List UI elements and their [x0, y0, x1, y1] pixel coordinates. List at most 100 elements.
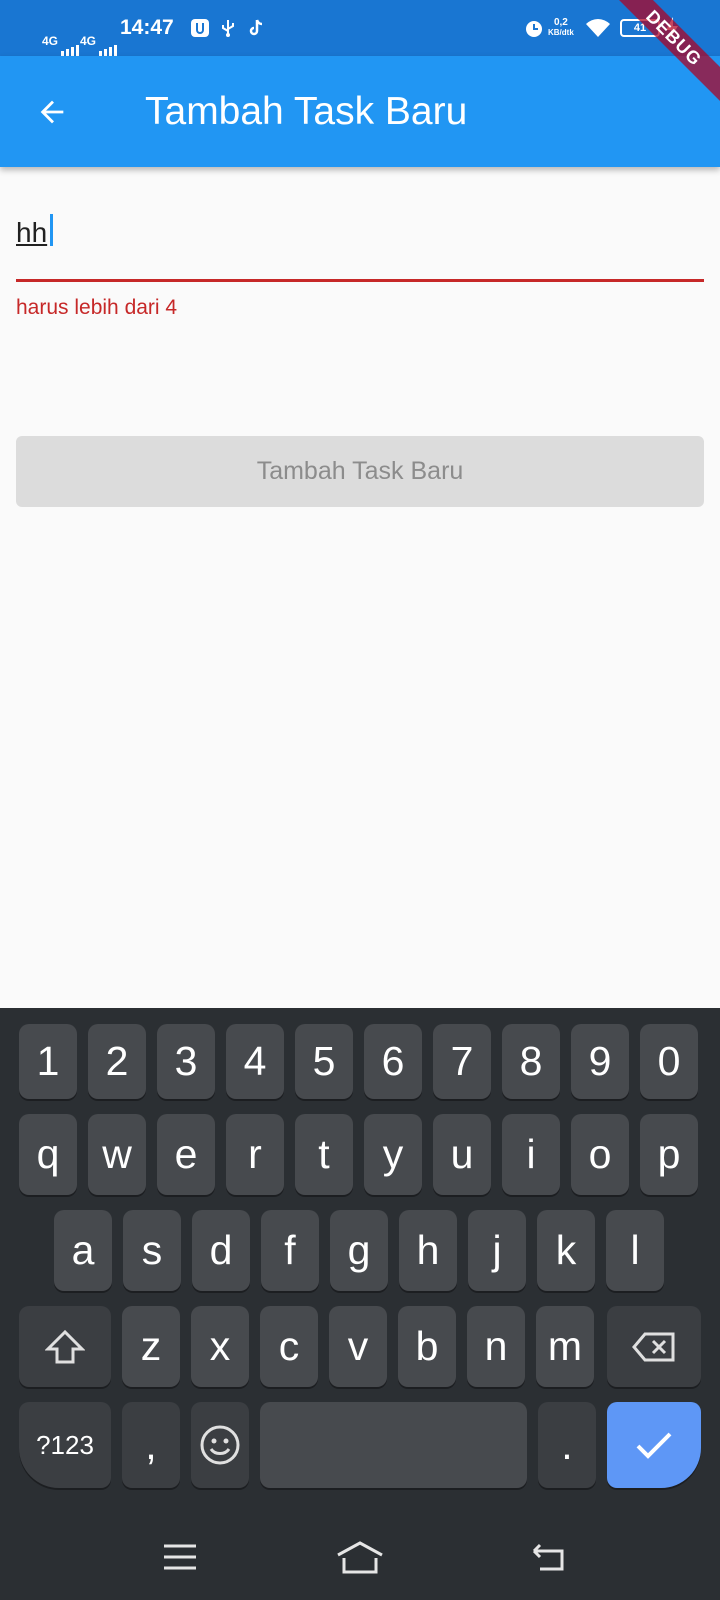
key-w[interactable]: w	[88, 1114, 146, 1195]
key-b[interactable]: b	[398, 1306, 456, 1387]
alarm-icon	[524, 0, 544, 56]
nav-menu-button[interactable]	[150, 1527, 210, 1587]
key-4-label: 4	[243, 1038, 267, 1084]
key-1[interactable]: 1	[19, 1024, 77, 1099]
key-v-label: v	[347, 1323, 369, 1369]
key-0[interactable]: 0	[640, 1024, 698, 1099]
key-8[interactable]: 8	[502, 1024, 560, 1099]
nav-home-button[interactable]	[330, 1527, 390, 1587]
app-bar: Tambah Task Baru	[0, 56, 720, 167]
comma-key-label: ,	[145, 1421, 157, 1468]
key-j-label: j	[492, 1227, 502, 1273]
key-6[interactable]: 6	[364, 1024, 422, 1099]
network-type-1: 4G	[42, 34, 59, 48]
enter-key[interactable]	[607, 1402, 701, 1488]
key-8-label: 8	[519, 1038, 543, 1084]
backspace-key[interactable]	[607, 1306, 701, 1387]
page-title: Tambah Task Baru	[145, 90, 468, 133]
key-c[interactable]: c	[260, 1306, 318, 1387]
key-z[interactable]: z	[122, 1306, 180, 1387]
key-q[interactable]: q	[19, 1114, 77, 1195]
key-o-label: o	[588, 1131, 612, 1177]
check-icon	[636, 1432, 672, 1459]
add-task-button[interactable]: Tambah Task Baru	[16, 436, 704, 507]
key-f[interactable]: f	[261, 1210, 319, 1291]
symbols-key[interactable]: ?123	[19, 1402, 111, 1488]
signal-1-icon: 4G	[42, 0, 80, 56]
key-n-label: n	[484, 1323, 508, 1369]
usb-icon	[218, 0, 238, 56]
period-key-label: .	[561, 1421, 573, 1468]
emoji-icon	[200, 1425, 240, 1465]
back-button[interactable]	[22, 82, 82, 142]
key-k-label: k	[555, 1227, 577, 1273]
key-1-label: 1	[36, 1038, 60, 1084]
key-j[interactable]: j	[468, 1210, 526, 1291]
validation-error: harus lebih dari 4	[16, 296, 178, 319]
key-o[interactable]: o	[571, 1114, 629, 1195]
key-7[interactable]: 7	[433, 1024, 491, 1099]
key-k[interactable]: k	[537, 1210, 595, 1291]
task-name-input[interactable]: hh	[16, 205, 704, 282]
key-c-label: c	[278, 1323, 300, 1369]
network-type-2: 4G	[80, 34, 97, 48]
key-x[interactable]: x	[191, 1306, 249, 1387]
key-y-label: y	[382, 1131, 404, 1177]
key-i[interactable]: i	[502, 1114, 560, 1195]
key-z-label: z	[140, 1323, 162, 1369]
period-key[interactable]: .	[538, 1402, 596, 1488]
usb-settings-icon	[190, 0, 210, 56]
tiktok-icon	[246, 0, 266, 56]
shift-icon	[45, 1329, 85, 1363]
key-2[interactable]: 2	[88, 1024, 146, 1099]
key-g-label: g	[347, 1227, 371, 1273]
key-v[interactable]: v	[329, 1306, 387, 1387]
back-icon	[532, 1543, 564, 1571]
net-speed-unit: KB/dtk	[548, 28, 574, 37]
key-9[interactable]: 9	[571, 1024, 629, 1099]
shift-key[interactable]	[19, 1306, 111, 1387]
key-y[interactable]: y	[364, 1114, 422, 1195]
backspace-icon	[632, 1332, 675, 1361]
key-e-label: e	[174, 1131, 198, 1177]
key-m-label: m	[547, 1323, 583, 1369]
signal-2-icon: 4G	[80, 0, 118, 56]
key-p-label: p	[657, 1131, 681, 1177]
key-w-label: w	[102, 1131, 132, 1177]
key-e[interactable]: e	[157, 1114, 215, 1195]
clock: 14:47	[120, 16, 174, 39]
key-h[interactable]: h	[399, 1210, 457, 1291]
key-t[interactable]: t	[295, 1114, 353, 1195]
input-value: hh	[16, 217, 47, 249]
arrow-back-icon	[40, 100, 64, 124]
key-s[interactable]: s	[123, 1210, 181, 1291]
net-speed-value: 0,2	[553, 17, 568, 28]
key-m[interactable]: m	[536, 1306, 594, 1387]
key-u[interactable]: u	[433, 1114, 491, 1195]
key-2-label: 2	[105, 1038, 129, 1084]
key-n[interactable]: n	[467, 1306, 525, 1387]
key-6-label: 6	[381, 1038, 405, 1084]
comma-key[interactable]: ,	[122, 1402, 180, 1488]
menu-icon	[164, 1544, 196, 1570]
key-l[interactable]: l	[606, 1210, 664, 1291]
nav-back-button[interactable]	[518, 1527, 578, 1587]
symbols-key-label: ?123	[36, 1429, 94, 1460]
key-g[interactable]: g	[330, 1210, 388, 1291]
emoji-key[interactable]	[191, 1402, 249, 1488]
key-a[interactable]: a	[54, 1210, 112, 1291]
home-icon	[337, 1541, 383, 1574]
key-p[interactable]: p	[640, 1114, 698, 1195]
key-l-label: l	[630, 1227, 640, 1273]
key-3[interactable]: 3	[157, 1024, 215, 1099]
key-5[interactable]: 5	[295, 1024, 353, 1099]
key-7-label: 7	[450, 1038, 474, 1084]
key-s-label: s	[141, 1227, 163, 1273]
key-4[interactable]: 4	[226, 1024, 284, 1099]
key-d[interactable]: d	[192, 1210, 250, 1291]
space-key[interactable]	[260, 1402, 527, 1488]
key-h-label: h	[416, 1227, 440, 1273]
text-caret	[50, 214, 53, 246]
key-r[interactable]: r	[226, 1114, 284, 1195]
key-a-label: a	[71, 1227, 95, 1273]
